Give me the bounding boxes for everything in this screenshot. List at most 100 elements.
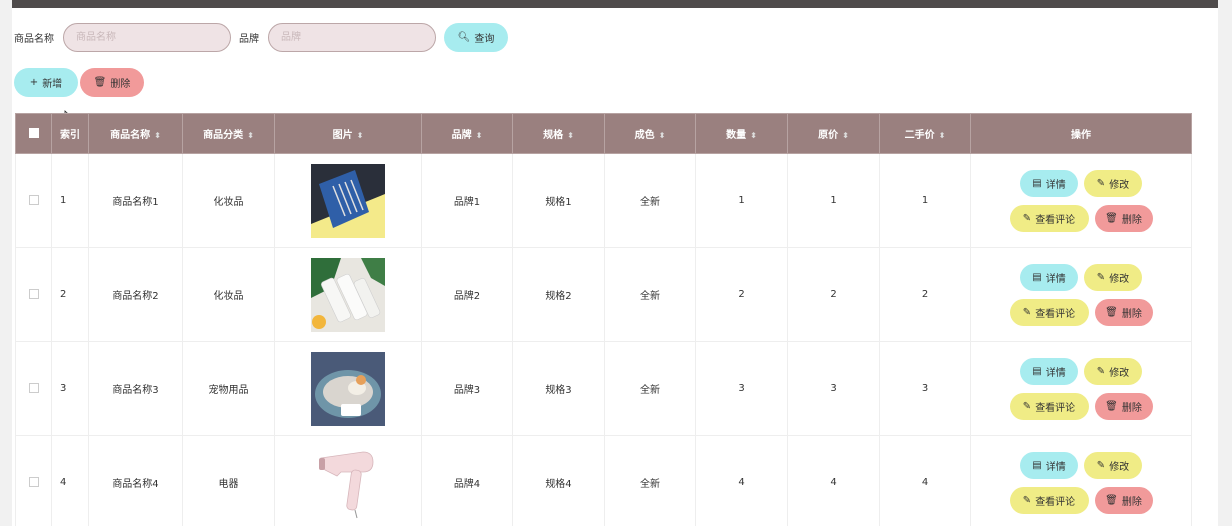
cell-brand: 品牌3 xyxy=(421,341,513,436)
col-quantity[interactable]: 数量 ⬍ xyxy=(695,113,788,154)
col-brand[interactable]: 品牌 ⬍ xyxy=(421,113,513,154)
cell-spec: 规格2 xyxy=(512,247,605,342)
search-bar: 商品名称 品牌 🔍︎ 查询 xyxy=(14,22,508,52)
bulk-delete-button[interactable]: 🗑︎ 删除 xyxy=(80,68,144,97)
edit-label: 修改 xyxy=(1109,273,1130,285)
detail-label: 详情 xyxy=(1045,367,1066,379)
view-comments-label: 查看评论 xyxy=(1035,308,1076,320)
view-comments-button[interactable]: ✎ 查看评论 xyxy=(1009,204,1089,232)
row-checkbox[interactable] xyxy=(28,289,39,299)
cell-spec: 规格4 xyxy=(512,435,605,526)
cell-ops: ▤ 详情 ✎ 修改 ✎ 查看评论 🗑︎ 删除 xyxy=(970,153,1192,248)
document-icon: ▤ xyxy=(1032,177,1042,189)
edit-button[interactable]: ✎ 修改 xyxy=(1084,451,1142,479)
brand-label: 品牌 xyxy=(239,33,259,45)
name-search-input[interactable] xyxy=(63,22,231,52)
document-icon: ▤ xyxy=(1032,459,1042,471)
sort-icon[interactable]: ⬍ xyxy=(247,131,254,140)
sort-icon[interactable]: ⬍ xyxy=(154,131,161,140)
col-price[interactable]: 原价 ⬍ xyxy=(787,113,880,154)
query-button[interactable]: 🔍︎ 查询 xyxy=(444,22,508,52)
sort-icon[interactable]: ⬍ xyxy=(659,131,666,140)
delete-label: 删除 xyxy=(1121,496,1142,508)
trash-icon: 🗑︎ xyxy=(1105,494,1118,506)
cell-condition: 全新 xyxy=(604,247,696,342)
detail-button[interactable]: ▤ 详情 xyxy=(1020,451,1078,479)
select-all-checkbox[interactable] xyxy=(28,128,39,138)
row-checkbox[interactable] xyxy=(28,477,39,487)
cell-used-price: 2 xyxy=(879,247,971,342)
cell-quantity: 4 xyxy=(695,435,788,526)
edit-button[interactable]: ✎ 修改 xyxy=(1084,169,1142,197)
product-image-hair-dryer[interactable] xyxy=(311,445,385,520)
cell-image[interactable] xyxy=(274,341,422,436)
view-comments-label: 查看评论 xyxy=(1035,214,1076,226)
col-condition[interactable]: 成色 ⬍ xyxy=(604,113,696,154)
cell-brand: 品牌2 xyxy=(421,247,513,342)
cell-brand: 品牌4 xyxy=(421,435,513,526)
cell-condition: 全新 xyxy=(604,153,696,248)
view-comments-label: 查看评论 xyxy=(1035,402,1076,414)
delete-button[interactable]: 🗑︎ 删除 xyxy=(1094,298,1153,326)
row-select-cell[interactable] xyxy=(15,341,52,436)
sort-icon[interactable]: ⬍ xyxy=(476,131,483,140)
product-image-pet-bed[interactable] xyxy=(311,351,385,426)
detail-label: 详情 xyxy=(1045,179,1066,191)
cell-quantity: 1 xyxy=(695,153,788,248)
search-icon: 🔍︎ xyxy=(457,31,471,43)
sort-icon[interactable]: ⬍ xyxy=(939,131,946,140)
detail-button[interactable]: ▤ 详情 xyxy=(1020,357,1078,385)
cell-image[interactable] xyxy=(274,153,422,248)
col-category[interactable]: 商品分类 ⬍ xyxy=(182,113,275,154)
add-label: 新增 xyxy=(42,79,63,90)
row-checkbox[interactable] xyxy=(28,383,39,393)
row-checkbox[interactable] xyxy=(28,195,39,205)
col-image-label: 图片 xyxy=(332,130,353,141)
cell-quantity: 2 xyxy=(695,247,788,342)
row-select-cell[interactable] xyxy=(15,435,52,526)
delete-label: 删除 xyxy=(1121,308,1142,320)
row-select-cell[interactable] xyxy=(15,247,52,342)
delete-label: 删除 xyxy=(1121,402,1142,414)
add-button[interactable]: + 新增 xyxy=(14,68,78,97)
cell-used-price: 4 xyxy=(879,435,971,526)
pen-icon: ✎ xyxy=(1096,271,1106,283)
sort-icon[interactable]: ⬍ xyxy=(357,131,364,140)
col-image[interactable]: 图片 ⬍ xyxy=(274,113,422,154)
delete-button[interactable]: 🗑︎ 删除 xyxy=(1094,392,1153,420)
delete-label: 删除 xyxy=(1121,214,1142,226)
col-spec[interactable]: 规格 ⬍ xyxy=(512,113,605,154)
brand-search-input[interactable] xyxy=(268,22,436,52)
delete-button[interactable]: 🗑︎ 删除 xyxy=(1094,204,1153,232)
sort-icon[interactable]: ⬍ xyxy=(842,131,849,140)
cell-image[interactable] xyxy=(274,435,422,526)
view-comments-button[interactable]: ✎ 查看评论 xyxy=(1009,298,1089,326)
pen-icon: ✎ xyxy=(1022,306,1032,318)
col-used-price-label: 二手价 xyxy=(904,130,935,141)
document-icon: ▤ xyxy=(1032,365,1042,377)
plus-icon: + xyxy=(29,77,39,88)
edit-button[interactable]: ✎ 修改 xyxy=(1084,357,1142,385)
cell-category: 化妆品 xyxy=(182,153,275,248)
pen-icon: ✎ xyxy=(1022,494,1032,506)
pen-icon: ✎ xyxy=(1022,212,1032,224)
cell-name: 商品名称4 xyxy=(88,435,183,526)
detail-button[interactable]: ▤ 详情 xyxy=(1020,263,1078,291)
view-comments-button[interactable]: ✎ 查看评论 xyxy=(1009,392,1089,420)
row-select-cell[interactable] xyxy=(15,153,52,248)
view-comments-button[interactable]: ✎ 查看评论 xyxy=(1009,486,1089,514)
cell-image[interactable] xyxy=(274,247,422,342)
product-image-skincare[interactable] xyxy=(311,257,385,332)
product-image-brushes[interactable] xyxy=(311,163,385,238)
select-all-cell[interactable] xyxy=(15,113,52,154)
edit-button[interactable]: ✎ 修改 xyxy=(1084,263,1142,291)
table-row: 2 商品名称2 化妆品 品牌2 规格2 全新 2 2 2 ▤ 详情 ✎ 修改 ✎… xyxy=(15,247,1192,342)
sort-icon[interactable]: ⬍ xyxy=(750,131,757,140)
delete-button[interactable]: 🗑︎ 删除 xyxy=(1094,486,1153,514)
cell-index: 1 xyxy=(51,153,89,248)
col-name[interactable]: 商品名称 ⬍ xyxy=(88,113,183,154)
detail-button[interactable]: ▤ 详情 xyxy=(1020,169,1078,197)
col-used-price[interactable]: 二手价 ⬍ xyxy=(879,113,971,154)
col-condition-label: 成色 xyxy=(634,130,655,141)
sort-icon[interactable]: ⬍ xyxy=(567,131,574,140)
